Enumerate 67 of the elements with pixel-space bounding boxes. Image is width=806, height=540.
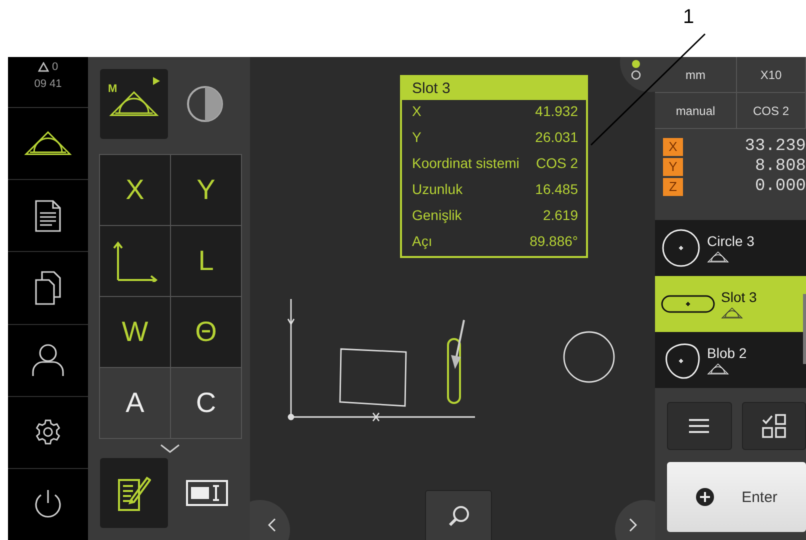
setting-cell[interactable]: manual	[655, 93, 737, 129]
circle-icon	[661, 228, 701, 268]
setting-cell[interactable]: mm	[655, 57, 737, 93]
plus-circle-icon	[696, 488, 714, 506]
popup-label: Genişlik	[412, 207, 462, 225]
select-button[interactable]	[742, 402, 806, 450]
clock-time: 09 41	[34, 78, 62, 90]
search-button[interactable]	[425, 490, 492, 540]
popup-value: 41.932	[535, 103, 578, 121]
popup-value: 26.031	[535, 129, 578, 147]
position-value: 8.808	[754, 157, 806, 176]
popup-value: 2.619	[542, 207, 578, 225]
tool-button[interactable]: L	[171, 226, 241, 296]
edit-button[interactable]	[100, 458, 168, 528]
warning-triangle-icon	[38, 62, 49, 72]
axis-label: Y	[663, 158, 683, 176]
chevron-right-icon	[629, 518, 637, 532]
feature-name: Circle 3	[707, 232, 754, 249]
edit-document-icon	[117, 474, 151, 512]
document-icon	[35, 200, 61, 232]
setting-cell[interactable]: COS 2	[737, 93, 806, 129]
user-icon	[31, 343, 65, 378]
position-value: 0.000	[754, 177, 806, 196]
popup-label: Y	[412, 129, 422, 147]
feature-name: Blob 2	[707, 344, 747, 361]
enter-button[interactable]: Enter	[667, 462, 806, 532]
tool-button[interactable]: W	[100, 297, 170, 367]
popup-value: 89.886°	[530, 233, 578, 251]
checklist-grid-icon	[762, 414, 786, 438]
callout-number: 1	[683, 6, 694, 29]
popup-label: Koordinat sistemi	[412, 155, 520, 173]
axes-arrow-icon	[112, 240, 158, 282]
tool-button[interactable]: C	[171, 368, 241, 438]
contrast-icon[interactable]	[186, 85, 224, 123]
menu-button[interactable]	[667, 402, 732, 450]
tool-button[interactable]: X	[100, 155, 170, 225]
warning-count: 0	[38, 61, 58, 73]
coordinate-button[interactable]	[100, 226, 170, 296]
slot-icon	[661, 295, 715, 313]
tool-button[interactable]: A	[100, 368, 170, 438]
tool-button[interactable]: Y	[171, 155, 241, 225]
position-value: 33.239	[744, 137, 806, 156]
power-icon	[33, 488, 63, 520]
mode-letter: M	[108, 83, 118, 95]
popup-value: COS 2	[536, 155, 578, 173]
setting-cell[interactable]: X10	[737, 57, 806, 93]
axis-label: Z	[663, 178, 683, 196]
circle-shape	[562, 330, 616, 384]
text-field-icon[interactable]	[186, 480, 228, 506]
scrollbar[interactable]	[803, 294, 806, 364]
popup-title: Slot 3	[402, 77, 586, 100]
copy-icon	[35, 270, 61, 305]
menu-icon	[689, 418, 710, 434]
popup-label: X	[412, 103, 422, 121]
popup-label: Uzunluk	[412, 181, 463, 199]
play-icon	[153, 77, 160, 85]
popup-label: Açı	[412, 233, 432, 251]
search-icon	[446, 504, 470, 528]
feature-item[interactable]: Slot 3	[655, 276, 806, 332]
chevron-down-icon[interactable]	[160, 444, 180, 454]
chevron-left-icon	[268, 518, 276, 532]
feature-name: Slot 3	[721, 288, 757, 305]
settings-icon	[34, 418, 62, 446]
manual-measure-button[interactable]: M	[100, 69, 168, 139]
axis-label: X	[663, 138, 683, 156]
popup-value: 16.485	[535, 181, 578, 199]
tool-button[interactable]: Θ	[171, 297, 241, 367]
